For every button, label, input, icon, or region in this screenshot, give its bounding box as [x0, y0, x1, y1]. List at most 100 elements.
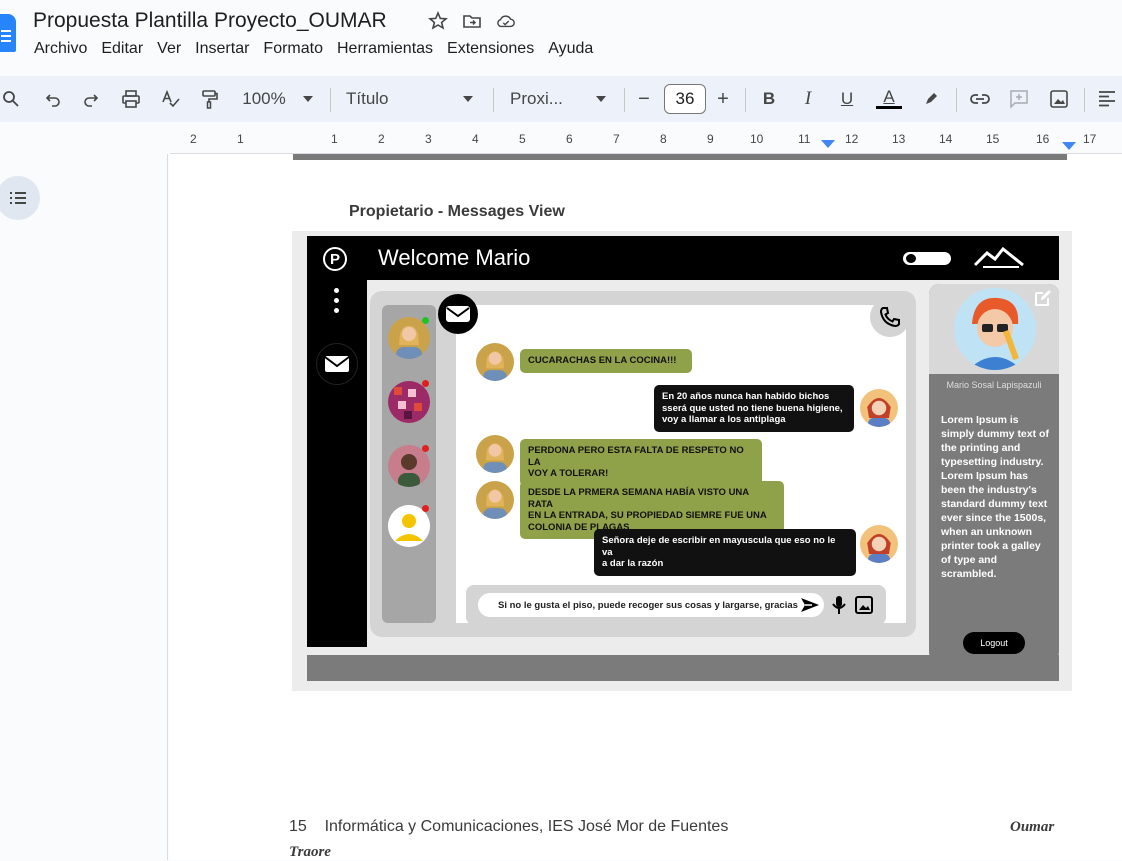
- mockup-toggle-switch: [903, 252, 951, 265]
- mockup-logout-button: Logout: [963, 632, 1025, 654]
- paragraph-style-select[interactable]: Título: [346, 76, 398, 122]
- menu-archivo[interactable]: Archivo: [27, 40, 94, 58]
- cloud-saved-icon[interactable]: [496, 11, 516, 31]
- mockup-sender-avatar: [476, 481, 514, 519]
- mockup-footer-bar: [307, 655, 1059, 681]
- mockup-header: P Welcome Mario: [307, 236, 1059, 280]
- ruler-number: 4: [472, 132, 479, 146]
- ruler-number: 8: [660, 132, 667, 146]
- mockup-sender-avatar: [476, 343, 514, 381]
- formatting-toolbar: 100% Título Proxi... − 36 + B I U A: [0, 76, 1122, 122]
- print-icon[interactable]: [119, 76, 143, 122]
- text-color-label: A: [883, 87, 895, 106]
- paint-format-icon[interactable]: [198, 76, 220, 122]
- spellcheck-icon[interactable]: [160, 76, 182, 122]
- ruler-number: 2: [190, 132, 197, 146]
- undo-icon[interactable]: [42, 76, 64, 122]
- menu-insertar[interactable]: Insertar: [188, 40, 256, 58]
- ruler-number: 14: [939, 132, 953, 146]
- mockup-left-sidebar: [307, 280, 367, 647]
- mockup-message-input: Si no le gusta el piso, puede recoger su…: [478, 593, 824, 617]
- star-icon[interactable]: [428, 11, 448, 31]
- mockup-contact-list: [382, 305, 436, 623]
- docs-header: Propuesta Plantilla Proyecto_OUMAR Archi…: [0, 0, 1122, 70]
- left-indent-marker-icon[interactable]: [821, 140, 835, 148]
- move-to-folder-icon[interactable]: [462, 11, 482, 31]
- text-color-button[interactable]: A: [876, 76, 902, 122]
- mockup-envelope-icon: [438, 294, 478, 334]
- ruler-number: 1: [331, 132, 338, 146]
- font-size-input[interactable]: 36: [664, 84, 706, 114]
- mockup-chat-panel: CUCARACHAS EN LA COCINA!!! En 20 años nu…: [370, 291, 916, 637]
- document-title[interactable]: Propuesta Plantilla Proyecto_OUMAR: [33, 9, 387, 33]
- mockup-receiver-avatar: [860, 525, 898, 563]
- footer-author-first: Oumar: [1010, 819, 1055, 835]
- mockup-profile-header: [929, 284, 1059, 374]
- mockup-receiver-avatar: [860, 389, 898, 427]
- ruler-number: 9: [707, 132, 714, 146]
- document-outline-rail: [0, 154, 168, 860]
- mockup-message-bubble: Señora deje de escribir en mayuscula que…: [594, 529, 856, 576]
- mockup-image-icon: [855, 596, 873, 614]
- bold-button[interactable]: B: [760, 76, 778, 122]
- menu-herramientas[interactable]: Herramientas: [330, 40, 440, 58]
- menu-ver[interactable]: Ver: [150, 40, 188, 58]
- ruler-number: 11: [798, 132, 811, 146]
- menu-extensiones[interactable]: Extensiones: [440, 40, 541, 58]
- align-left-icon[interactable]: [1095, 76, 1119, 122]
- ruler-number: 12: [845, 132, 859, 146]
- redo-icon[interactable]: [80, 76, 102, 122]
- previous-image-edge: [293, 154, 1067, 160]
- menu-ayuda[interactable]: Ayuda: [541, 40, 600, 58]
- horizontal-ruler[interactable]: 2 1 1 2 3 4 5 6 7 8 9 10 11 12 13 14 15 …: [170, 128, 1122, 154]
- font-select[interactable]: Proxi...: [510, 76, 570, 122]
- ruler-number: 6: [566, 132, 573, 146]
- ruler-number: 7: [613, 132, 620, 146]
- mockup-message-bubble: CUCARACHAS EN LA COCINA!!!: [520, 349, 692, 373]
- italic-button[interactable]: I: [799, 76, 817, 122]
- right-indent-marker-icon[interactable]: [1062, 142, 1076, 150]
- chevron-down-icon[interactable]: [460, 76, 476, 122]
- menu-editar[interactable]: Editar: [94, 40, 150, 58]
- increase-font-size-button[interactable]: +: [714, 76, 732, 122]
- ruler-number: 2: [378, 132, 385, 146]
- mockup-profile-description: Lorem Ipsum is simply dummy text of the …: [941, 414, 1049, 580]
- decrease-font-size-button[interactable]: −: [635, 76, 653, 122]
- mockup-contact-avatar: [388, 381, 430, 423]
- document-page[interactable]: Propietario - Messages View P Welcome Ma…: [169, 154, 1122, 860]
- mockup-message-bubble: En 20 años nunca han habido bichos sserá…: [654, 385, 854, 432]
- mockup-edit-icon: [1035, 290, 1051, 306]
- insert-image-icon[interactable]: [1047, 76, 1071, 122]
- zoom-select[interactable]: 100%: [238, 76, 290, 122]
- ruler-number: 10: [750, 132, 764, 146]
- ruler-number: 1: [237, 132, 244, 146]
- mockup-phone-icon: [870, 297, 910, 337]
- mockup-message-input-bar: Si no le gusta el piso, puede recoger su…: [466, 585, 886, 625]
- menu-formato[interactable]: Formato: [256, 40, 330, 58]
- ruler-number: 3: [425, 132, 432, 146]
- mockup-more-icon: [334, 288, 340, 318]
- messages-view-mockup-image[interactable]: P Welcome Mario CUCARACHAS EN LA COCINA!…: [292, 231, 1072, 691]
- search-menus-icon[interactable]: [0, 76, 22, 122]
- mockup-message-bubble: PERDONA PERO ESTA FALTA DE RESPETO NO LA…: [520, 439, 762, 486]
- section-heading: Propietario - Messages View: [349, 203, 565, 220]
- highlight-color-icon[interactable]: [920, 76, 942, 122]
- mockup-house-logo-icon: [973, 246, 1024, 268]
- mockup-profile-panel: Mario Sosal Lapispazuli Lorem Ipsum is s…: [929, 284, 1059, 662]
- mockup-microphone-icon: [832, 596, 846, 614]
- mockup-send-icon: [801, 598, 819, 612]
- mockup-logo-icon: P: [323, 247, 347, 271]
- ruler-number: 5: [519, 132, 526, 146]
- insert-link-icon[interactable]: [968, 76, 992, 122]
- chevron-down-icon[interactable]: [593, 76, 609, 122]
- mockup-message-area: CUCARACHAS EN LA COCINA!!! En 20 años nu…: [456, 305, 906, 623]
- list-icon: [10, 192, 26, 204]
- docs-logo-icon[interactable]: [0, 14, 16, 52]
- ruler-number: 16: [1036, 132, 1050, 146]
- footer-text: 15 Informática y Comunicaciones, IES Jos…: [289, 818, 729, 835]
- mockup-mail-icon: [316, 343, 358, 385]
- add-comment-icon[interactable]: [1007, 76, 1031, 122]
- chevron-down-icon[interactable]: [300, 76, 316, 122]
- underline-button[interactable]: U: [838, 76, 856, 122]
- mockup-welcome-text: Welcome Mario: [378, 245, 531, 270]
